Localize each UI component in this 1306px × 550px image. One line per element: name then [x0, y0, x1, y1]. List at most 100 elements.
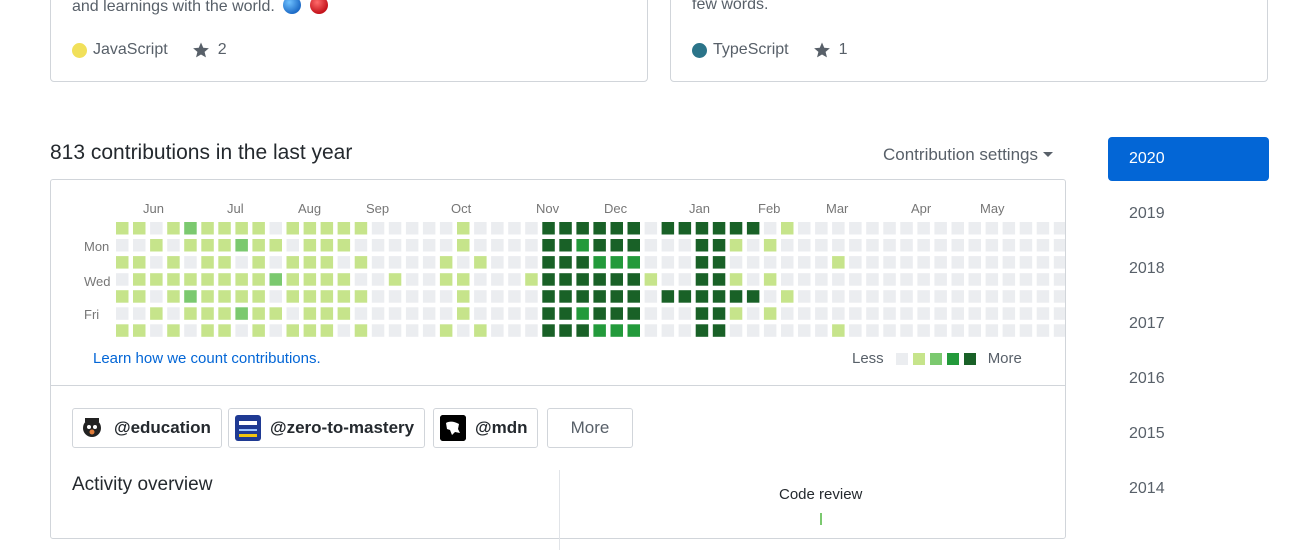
day-cell[interactable]: [917, 324, 930, 337]
day-cell[interactable]: [849, 324, 862, 337]
day-cell[interactable]: [985, 290, 999, 303]
day-cell[interactable]: [1036, 256, 1050, 269]
day-cell[interactable]: [491, 290, 504, 303]
day-cell[interactable]: [781, 307, 794, 320]
day-cell[interactable]: [542, 290, 555, 303]
year-2016-button[interactable]: 2016: [1108, 357, 1269, 401]
day-cell[interactable]: [508, 222, 521, 235]
day-cell[interactable]: [695, 290, 709, 303]
day-cell[interactable]: [1002, 307, 1016, 320]
day-cell[interactable]: [1002, 222, 1016, 235]
day-cell[interactable]: [354, 307, 368, 320]
day-cell[interactable]: [1002, 256, 1016, 269]
day-cell[interactable]: [968, 290, 982, 303]
day-cell[interactable]: [593, 307, 606, 320]
day-cell[interactable]: [866, 222, 879, 235]
day-cell[interactable]: [167, 273, 180, 286]
day-cell[interactable]: [542, 307, 555, 320]
day-cell[interactable]: [917, 290, 930, 303]
day-cell[interactable]: [320, 239, 334, 252]
day-cell[interactable]: [798, 324, 811, 337]
day-cell[interactable]: [201, 256, 214, 269]
day-cell[interactable]: [559, 290, 572, 303]
day-cell[interactable]: [798, 239, 811, 252]
day-cell[interactable]: [491, 324, 504, 337]
day-cell[interactable]: [985, 273, 999, 286]
day-cell[interactable]: [439, 273, 453, 286]
day-cell[interactable]: [201, 273, 214, 286]
day-cell[interactable]: [712, 307, 726, 320]
day-cell[interactable]: [525, 290, 538, 303]
day-cell[interactable]: [763, 239, 777, 252]
day-cell[interactable]: [474, 307, 487, 320]
day-cell[interactable]: [320, 307, 334, 320]
day-cell[interactable]: [457, 290, 470, 303]
day-cell[interactable]: [184, 273, 197, 286]
day-cell[interactable]: [286, 256, 300, 269]
day-cell[interactable]: [525, 239, 538, 252]
day-cell[interactable]: [832, 290, 845, 303]
day-cell[interactable]: [576, 324, 589, 337]
day-cell[interactable]: [815, 290, 828, 303]
day-cell[interactable]: [934, 256, 947, 269]
day-cell[interactable]: [303, 290, 317, 303]
day-cell[interactable]: [1036, 239, 1050, 252]
day-cell[interactable]: [457, 324, 470, 337]
day-cell[interactable]: [439, 307, 453, 320]
day-cell[interactable]: [763, 307, 777, 320]
day-cell[interactable]: [218, 256, 231, 269]
day-cell[interactable]: [457, 307, 470, 320]
day-cell[interactable]: [883, 307, 896, 320]
day-cell[interactable]: [269, 290, 283, 303]
day-cell[interactable]: [695, 307, 709, 320]
day-cell[interactable]: [371, 324, 385, 337]
day-cell[interactable]: [695, 239, 709, 252]
day-cell[interactable]: [712, 256, 726, 269]
day-cell[interactable]: [729, 222, 743, 235]
day-cell[interactable]: [542, 239, 555, 252]
day-cell[interactable]: [405, 290, 419, 303]
day-cell[interactable]: [457, 222, 470, 235]
day-cell[interactable]: [252, 222, 265, 235]
day-cell[interactable]: [337, 324, 351, 337]
day-cell[interactable]: [763, 222, 777, 235]
day-cell[interactable]: [968, 256, 982, 269]
day-cell[interactable]: [815, 307, 828, 320]
day-cell[interactable]: [1019, 324, 1033, 337]
day-cell[interactable]: [1019, 307, 1033, 320]
day-cell[interactable]: [167, 222, 180, 235]
day-cell[interactable]: [781, 290, 794, 303]
day-cell[interactable]: [167, 324, 180, 337]
day-cell[interactable]: [849, 273, 862, 286]
day-cell[interactable]: [508, 290, 521, 303]
day-cell[interactable]: [235, 222, 248, 235]
day-cell[interactable]: [746, 239, 760, 252]
day-cell[interactable]: [712, 290, 726, 303]
day-cell[interactable]: [781, 239, 794, 252]
day-cell[interactable]: [235, 307, 248, 320]
day-cell[interactable]: [1002, 273, 1016, 286]
day-cell[interactable]: [815, 256, 828, 269]
day-cell[interactable]: [1036, 273, 1050, 286]
day-cell[interactable]: [303, 273, 317, 286]
day-cell[interactable]: [405, 273, 419, 286]
day-cell[interactable]: [286, 239, 300, 252]
day-cell[interactable]: [627, 307, 641, 320]
day-cell[interactable]: [644, 239, 658, 252]
day-cell[interactable]: [269, 239, 283, 252]
day-cell[interactable]: [763, 324, 777, 337]
repo-stars[interactable]: 1: [813, 41, 848, 59]
day-cell[interactable]: [457, 239, 470, 252]
day-cell[interactable]: [269, 256, 283, 269]
day-cell[interactable]: [491, 239, 504, 252]
day-cell[interactable]: [167, 239, 180, 252]
day-cell[interactable]: [627, 256, 641, 269]
day-cell[interactable]: [422, 307, 436, 320]
day-cell[interactable]: [729, 290, 743, 303]
day-cell[interactable]: [729, 273, 743, 286]
day-cell[interactable]: [866, 239, 879, 252]
day-cell[interactable]: [133, 239, 146, 252]
day-cell[interactable]: [883, 222, 896, 235]
day-cell[interactable]: [610, 239, 624, 252]
day-cell[interactable]: [559, 222, 572, 235]
